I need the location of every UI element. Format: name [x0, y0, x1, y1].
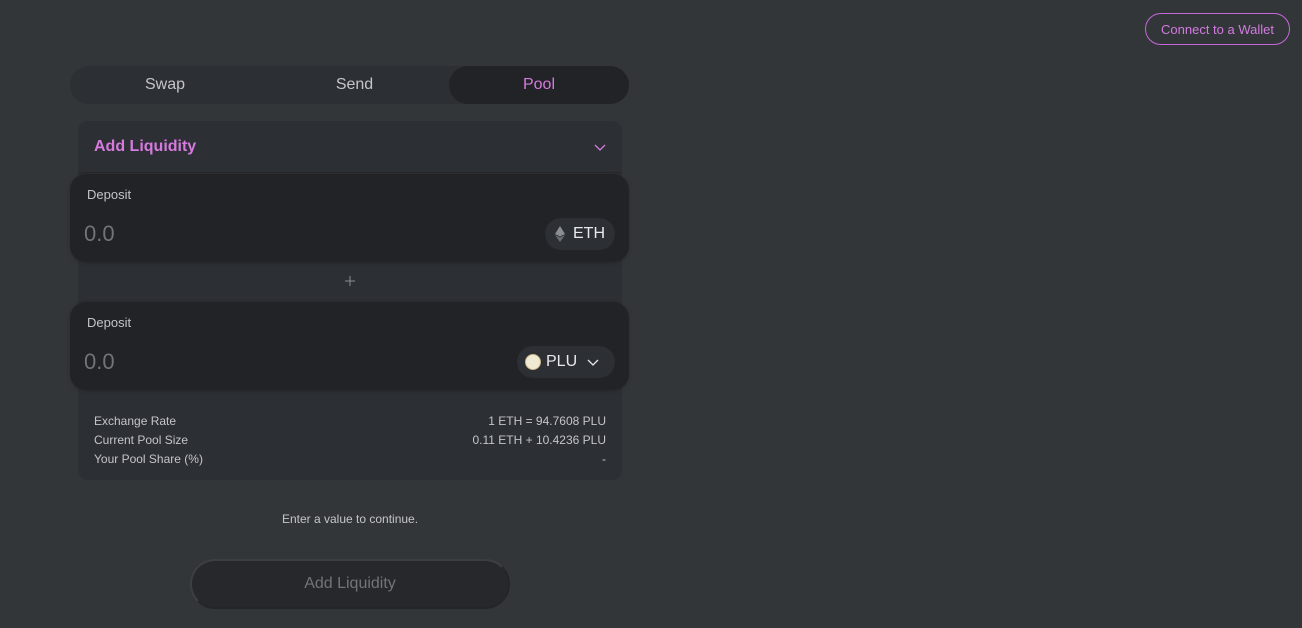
plu-token-selector[interactable]: PLU — [517, 346, 615, 378]
chevron-down-icon[interactable] — [594, 141, 606, 153]
deposit-label: Deposit — [87, 315, 132, 330]
plu-token-label: PLU — [546, 353, 578, 370]
tab-swap[interactable]: Swap — [70, 66, 260, 104]
plus-icon — [345, 276, 355, 286]
info-label: Current Pool Size — [94, 432, 189, 447]
deposit-plu-box: Deposit PLU — [70, 302, 629, 390]
eth-icon — [555, 226, 565, 242]
info-row-exchange-rate: Exchange Rate 1 ETH = 94.7608 PLU — [94, 411, 606, 430]
info-label: Exchange Rate — [94, 413, 177, 428]
eth-token-selector[interactable]: ETH — [545, 218, 615, 250]
connect-wallet-button[interactable]: Connect to a Wallet — [1145, 13, 1290, 45]
eth-token-label: ETH — [573, 225, 605, 242]
tab-bar: Swap Send Pool — [70, 66, 629, 104]
plu-amount-input[interactable] — [84, 348, 384, 376]
tab-send[interactable]: Send — [260, 66, 449, 104]
panel-title: Add Liquidity — [94, 137, 197, 155]
info-value: - — [602, 451, 606, 466]
add-liquidity-header[interactable]: Add Liquidity — [78, 121, 622, 173]
deposit-eth-box: Deposit ETH — [70, 174, 629, 262]
eth-amount-input[interactable] — [84, 220, 384, 248]
info-label: Your Pool Share (%) — [94, 451, 203, 466]
info-value: 0.11 ETH + 10.4236 PLU — [472, 432, 606, 447]
info-value: 1 ETH = 94.7608 PLU — [488, 413, 606, 428]
add-liquidity-button[interactable]: Add Liquidity — [190, 559, 510, 609]
status-message: Enter a value to continue. — [281, 512, 419, 526]
info-row-pool-size: Current Pool Size 0.11 ETH + 10.4236 PLU — [94, 430, 606, 449]
deposit-label: Deposit — [87, 187, 132, 202]
chevron-down-icon — [587, 359, 599, 366]
plu-icon — [525, 354, 541, 370]
tab-pool[interactable]: Pool — [449, 66, 629, 104]
pool-info: Exchange Rate 1 ETH = 94.7608 PLU Curren… — [94, 411, 606, 468]
info-row-pool-share: Your Pool Share (%) - — [94, 449, 606, 468]
